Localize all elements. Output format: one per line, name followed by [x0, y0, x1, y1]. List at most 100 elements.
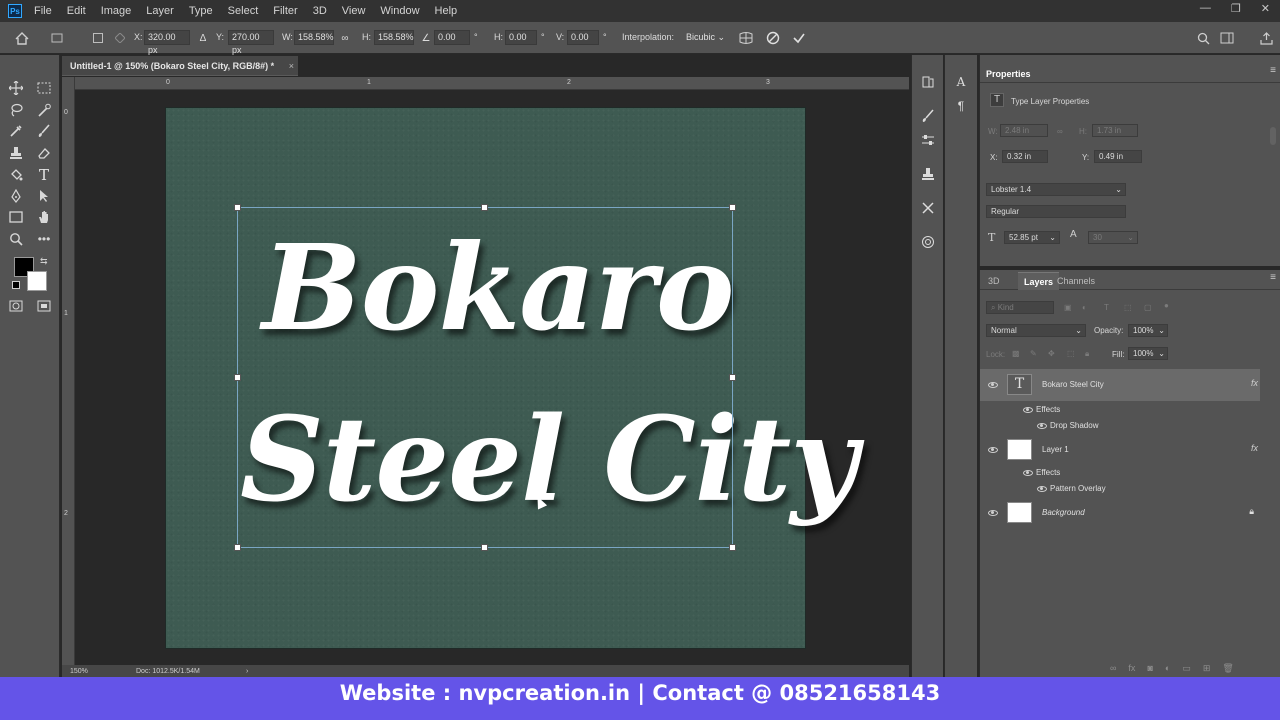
filter-adjustment-icon[interactable]: ◐	[1082, 303, 1087, 312]
add-style-icon[interactable]: fx	[1128, 663, 1135, 674]
more-tools-icon[interactable]: •••	[35, 230, 53, 248]
transform-tool-icon[interactable]	[49, 30, 65, 46]
height-field[interactable]: 158.58%	[374, 30, 414, 45]
screen-mode-icon[interactable]	[35, 297, 53, 315]
visibility-eye-icon[interactable]	[988, 510, 998, 516]
layer-row-text[interactable]: T Bokaro Steel City fx	[980, 369, 1260, 401]
default-colors-icon[interactable]	[12, 281, 20, 289]
quick-selection-tool-icon[interactable]	[35, 101, 53, 119]
layer-effects-icon[interactable]: fx	[1251, 378, 1258, 388]
new-group-icon[interactable]: ▭	[1182, 663, 1191, 674]
search-icon[interactable]	[1195, 30, 1211, 46]
eraser-tool-icon[interactable]	[35, 144, 53, 162]
filter-smart-object-icon[interactable]: ▢	[1144, 303, 1152, 312]
tab-layers[interactable]: Layers	[1018, 272, 1060, 290]
transform-handle[interactable]	[481, 544, 488, 551]
minimize-icon[interactable]: —	[1200, 2, 1211, 15]
restore-icon[interactable]: ❐	[1231, 2, 1241, 15]
warp-icon[interactable]	[738, 30, 754, 46]
filter-type-icon[interactable]: T	[1104, 303, 1109, 312]
font-size-select[interactable]: 52.85 pt ⌄	[1004, 231, 1060, 244]
menu-file[interactable]: File	[34, 5, 52, 17]
type-tool-icon[interactable]: T	[35, 166, 53, 184]
visibility-eye-icon[interactable]	[1037, 423, 1047, 429]
layer-row-layer-1[interactable]: Layer 1 fx	[980, 435, 1260, 465]
lock-transparent-icon[interactable]: ▩	[1012, 349, 1020, 358]
tab-channels[interactable]: Channels	[1057, 272, 1095, 290]
close-tab-icon[interactable]: ×	[289, 56, 294, 76]
interpolation-select[interactable]: Bicubic ⌄	[682, 30, 730, 45]
effects-row[interactable]: Effects	[980, 465, 1260, 481]
pen-tool-icon[interactable]	[7, 187, 25, 205]
new-adjustment-icon[interactable]: ◐	[1165, 663, 1170, 674]
x-position-field[interactable]: 320.00 px	[144, 30, 190, 55]
tool-presets-icon[interactable]	[918, 199, 938, 217]
reference-point-icon[interactable]	[90, 30, 106, 46]
relative-position-icon[interactable]	[112, 30, 128, 46]
quick-mask-icon[interactable]	[7, 297, 25, 315]
history-icon[interactable]	[918, 73, 938, 91]
y-field[interactable]: 0.49 in	[1094, 150, 1142, 163]
lock-artboard-icon[interactable]: ⬚	[1067, 349, 1075, 358]
move-tool-icon[interactable]	[7, 79, 25, 97]
menu-view[interactable]: View	[342, 5, 366, 17]
link-icon[interactable]: ∞	[337, 30, 353, 46]
tab-properties[interactable]: Properties	[986, 65, 1031, 83]
y-position-field[interactable]: 270.00 px	[228, 30, 274, 55]
visibility-eye-icon[interactable]	[988, 382, 998, 388]
leading-select[interactable]: 30 ⌄	[1088, 231, 1138, 244]
transform-handle[interactable]	[481, 204, 488, 211]
zoom-tool-icon[interactable]	[7, 230, 25, 248]
lock-all-icon[interactable]: 🔒︎	[1085, 349, 1089, 359]
clone-stamp-tool-icon[interactable]	[7, 144, 25, 162]
menu-image[interactable]: Image	[101, 5, 132, 17]
adjustments-icon[interactable]	[918, 131, 938, 149]
rotate-field[interactable]: 0.00	[434, 30, 470, 45]
transform-handle[interactable]	[729, 374, 736, 381]
transform-handle[interactable]	[234, 374, 241, 381]
paragraph-panel-icon[interactable]: ¶	[951, 97, 971, 115]
properties-scrollbar[interactable]	[1270, 127, 1276, 145]
filter-shape-icon[interactable]: ⬚	[1124, 303, 1132, 312]
visibility-eye-icon[interactable]	[988, 447, 998, 453]
visibility-eye-icon[interactable]	[1023, 470, 1033, 476]
vertical-skew-field[interactable]: 0.00	[567, 30, 599, 45]
menu-help[interactable]: Help	[435, 5, 458, 17]
opacity-field[interactable]: 100% ⌄	[1128, 324, 1168, 337]
effect-row[interactable]: Drop Shadow	[980, 418, 1260, 434]
transform-handle[interactable]	[234, 204, 241, 211]
libraries-icon[interactable]	[918, 233, 938, 251]
filter-pixel-icon[interactable]: ▣	[1064, 303, 1072, 312]
x-field[interactable]: 0.32 in	[1002, 150, 1048, 163]
menu-edit[interactable]: Edit	[67, 5, 86, 17]
horizontal-skew-field[interactable]: 0.00	[505, 30, 537, 45]
effect-row[interactable]: Pattern Overlay	[980, 481, 1260, 497]
share-icon[interactable]	[1258, 30, 1274, 46]
layer-effects-icon[interactable]: fx	[1251, 443, 1258, 453]
effects-row[interactable]: Effects	[980, 402, 1260, 418]
blend-mode-select[interactable]: Normal ⌄	[986, 324, 1086, 337]
transform-handle[interactable]	[729, 544, 736, 551]
delete-layer-icon[interactable]: 🗑︎	[1222, 663, 1233, 674]
add-mask-icon[interactable]: ◙	[1147, 663, 1152, 674]
eyedropper-tool-icon[interactable]	[7, 122, 25, 140]
new-layer-icon[interactable]: ⊞	[1203, 663, 1211, 674]
transform-bounding-box[interactable]	[237, 207, 733, 548]
transform-handle[interactable]	[234, 544, 241, 551]
lock-position-icon[interactable]: ✥	[1048, 349, 1055, 358]
menu-window[interactable]: Window	[380, 5, 419, 17]
commit-transform-icon[interactable]	[791, 30, 807, 46]
visibility-eye-icon[interactable]	[1023, 407, 1033, 413]
vertical-ruler[interactable]: 0 1 2	[62, 77, 75, 665]
layer-row-background[interactable]: Background 🔒︎	[980, 498, 1260, 528]
font-style-select[interactable]: Regular	[986, 205, 1126, 218]
visibility-eye-icon[interactable]	[1037, 486, 1047, 492]
font-family-select[interactable]: Lobster 1.4 ⌄	[986, 183, 1126, 196]
lasso-tool-icon[interactable]	[7, 101, 25, 119]
fill-field[interactable]: 100% ⌄	[1128, 347, 1168, 360]
lock-image-icon[interactable]: ✎	[1030, 349, 1037, 358]
horizontal-ruler[interactable]: 0 1 2 3	[75, 77, 909, 90]
brush-settings-icon[interactable]	[918, 107, 938, 125]
panel-menu-icon[interactable]: ≡	[1270, 65, 1276, 76]
home-icon[interactable]	[14, 30, 30, 46]
